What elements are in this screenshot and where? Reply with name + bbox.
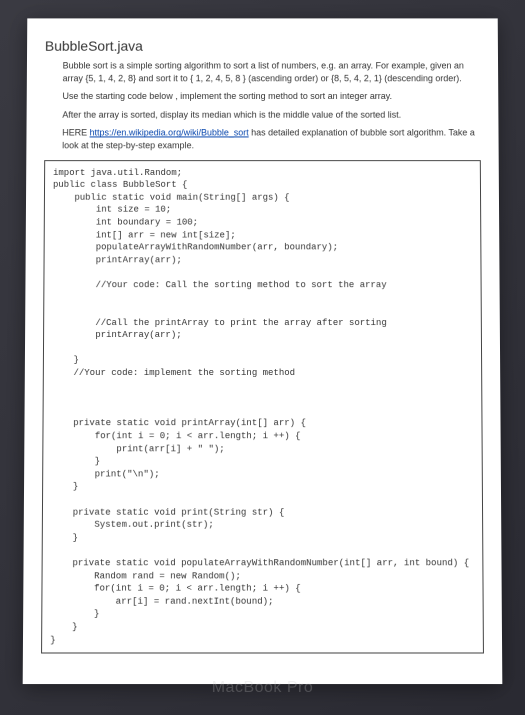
link-prefix: HERE [62,128,89,138]
paragraph-1: Bubble sort is a simple sorting algorith… [63,60,481,85]
paragraph-4: HERE https://en.wikipedia.org/wiki/Bubbl… [62,127,481,152]
wikipedia-link[interactable]: https://en.wikipedia.org/wiki/Bubble_sor… [90,128,249,138]
paragraph-3: After the array is sorted, display its m… [62,109,480,121]
code-listing: import java.util.Random; public class Bu… [41,160,484,654]
device-watermark: MacBook Pro [0,679,525,697]
paragraph-2: Use the starting code below , implement … [62,90,480,102]
document-page: BubbleSort.java Bubble sort is a simple … [23,18,503,684]
page-title: BubbleSort.java [45,38,480,54]
